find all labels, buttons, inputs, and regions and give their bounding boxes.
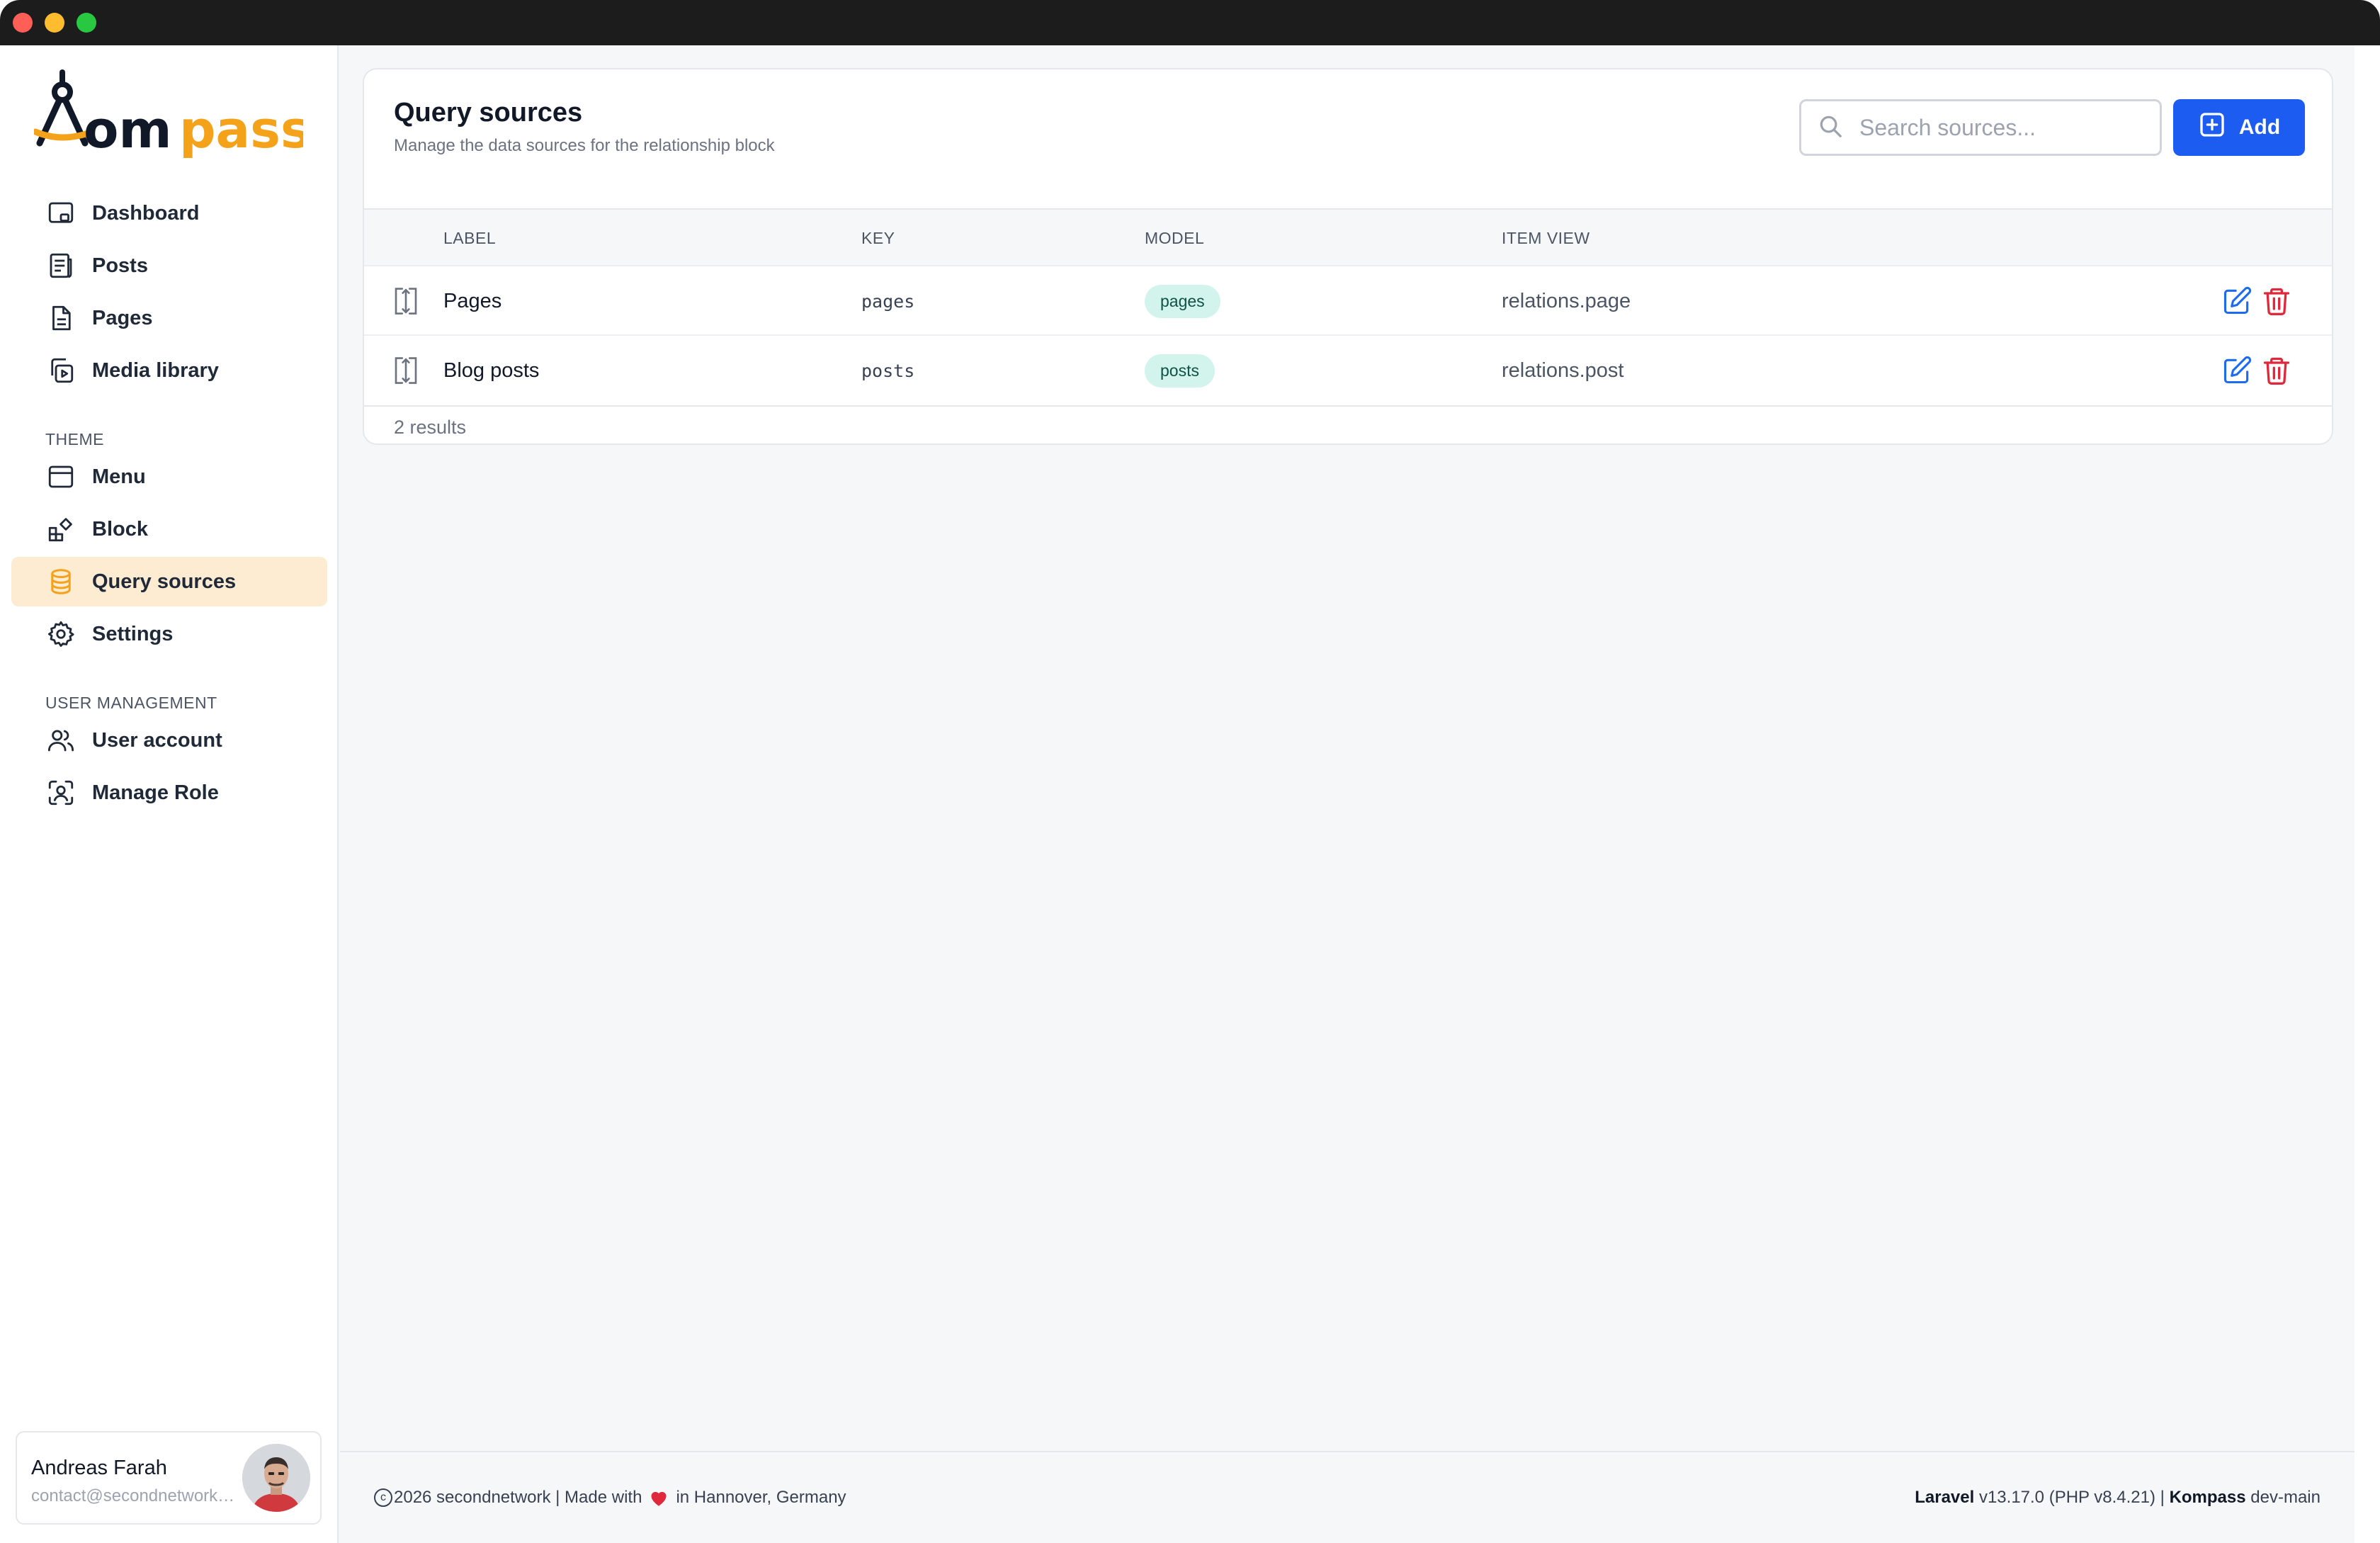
user-profile-card[interactable]: Andreas Farah contact@secondnetwork.de: [16, 1431, 322, 1525]
svg-text:om: om: [84, 100, 172, 159]
row-item-view: relations.page: [1502, 289, 1631, 312]
dashboard-icon: [45, 198, 76, 229]
sidebar-item-settings[interactable]: Settings: [11, 609, 327, 659]
add-button[interactable]: Add: [2173, 99, 2305, 156]
table-row: Pages pages pages relations.page: [364, 265, 2332, 334]
sidebar-item-label: Posts: [92, 254, 148, 277]
search-icon: [1817, 113, 1859, 143]
sidebar-item-label: Query sources: [92, 570, 237, 593]
section-heading-user-management: USER MANAGEMENT: [45, 694, 217, 712]
plus-square-icon: [2198, 111, 2239, 145]
sidebar-item-dashboard[interactable]: Dashboard: [11, 188, 327, 238]
sidebar-item-block[interactable]: Block: [11, 504, 327, 554]
row-item-view: relations.post: [1502, 358, 1624, 382]
row-label: Blog posts: [443, 358, 540, 382]
sidebar-item-manage-role[interactable]: Manage Role: [11, 768, 327, 818]
block-icon: [45, 514, 76, 545]
pages-icon: [45, 303, 76, 334]
result-count: 2 results: [394, 417, 467, 438]
avatar[interactable]: [242, 1444, 310, 1512]
column-header-model[interactable]: MODEL: [1145, 210, 1204, 266]
database-icon: [45, 566, 76, 597]
drag-handle-icon[interactable]: [391, 336, 421, 405]
copyright-icon: c: [374, 1488, 392, 1507]
kompass-version: dev-main: [2250, 1488, 2320, 1507]
posts-icon: [45, 250, 76, 281]
user-email: contact@secondnetwork.de: [31, 1486, 237, 1505]
users-icon: [45, 725, 76, 756]
page-footer: c 2026 secondnetwork | Made with in Hann…: [340, 1451, 2354, 1543]
drag-handle-icon[interactable]: [391, 266, 421, 336]
column-header-label[interactable]: LABEL: [443, 210, 496, 266]
sidebar-item-label: Menu: [92, 465, 146, 488]
row-model: posts: [1145, 336, 1215, 405]
model-badge: pages: [1145, 284, 1220, 318]
edit-icon[interactable]: [2221, 286, 2252, 317]
sidebar-nav: Dashboard Posts Pages Media library THEM…: [11, 188, 327, 820]
row-key: pages: [861, 290, 915, 312]
gear-icon: [45, 618, 76, 650]
sidebar-item-label: Dashboard: [92, 201, 200, 225]
column-header-key[interactable]: KEY: [861, 210, 895, 266]
footer-versions: Laravel v13.17.0 (PHP v8.4.21) | Kompass…: [1915, 1488, 2320, 1508]
svg-text:pass: pass: [179, 100, 303, 159]
sidebar-item-label: Block: [92, 517, 148, 541]
role-icon: [45, 777, 76, 808]
window-titlebar: [0, 0, 2380, 45]
trash-icon[interactable]: [2261, 286, 2292, 317]
table-header: LABEL KEY MODEL ITEM VIEW: [364, 208, 2332, 265]
sidebar-item-label: User account: [92, 728, 222, 752]
column-header-item-view[interactable]: ITEM VIEW: [1502, 210, 1590, 266]
sidebar-item-media-library[interactable]: Media library: [11, 346, 327, 395]
row-key: posts: [861, 360, 915, 381]
footer-copyright: 2026 secondnetwork | Made with: [394, 1488, 642, 1507]
footer-location: in Hannover, Germany: [676, 1488, 846, 1507]
sidebar: om pass Dashboard Posts Pages Media libr…: [0, 45, 339, 1543]
query-sources-card: Query sources Manage the data sources fo…: [363, 68, 2333, 445]
row-label: Pages: [443, 289, 502, 312]
heart-icon: [651, 1491, 667, 1506]
footer-credits: c 2026 secondnetwork | Made with in Hann…: [374, 1488, 846, 1508]
kompass-label: Kompass: [2169, 1488, 2246, 1507]
page-subtitle: Manage the data sources for the relation…: [394, 136, 775, 155]
user-name: Andreas Farah: [31, 1457, 167, 1479]
result-count-bar: 2 results: [364, 405, 2332, 443]
close-window-button[interactable]: [13, 13, 33, 33]
sidebar-item-label: Settings: [92, 622, 174, 645]
model-badge: posts: [1145, 354, 1215, 388]
section-heading-theme: THEME: [45, 430, 104, 448]
app-window: om pass Dashboard Posts Pages Media libr…: [0, 45, 2354, 1543]
sidebar-item-label: Pages: [92, 306, 153, 329]
table-row: Blog posts posts posts relations.post: [364, 334, 2332, 404]
sidebar-item-menu[interactable]: Menu: [11, 452, 327, 502]
sidebar-item-user-account[interactable]: User account: [11, 716, 327, 765]
add-button-label: Add: [2238, 115, 2281, 139]
sidebar-item-posts[interactable]: Posts: [11, 241, 327, 290]
sidebar-item-label: Media library: [92, 358, 219, 382]
search-box[interactable]: [1799, 99, 2162, 156]
sidebar-item-pages[interactable]: Pages: [11, 293, 327, 343]
kompass-logo[interactable]: om pass: [32, 64, 311, 170]
row-model: pages: [1145, 266, 1220, 336]
maximize-window-button[interactable]: [76, 13, 96, 33]
edit-icon[interactable]: [2221, 355, 2252, 386]
menu-icon: [45, 461, 76, 492]
sidebar-item-query-sources[interactable]: Query sources: [11, 557, 327, 606]
laravel-version: v13.17.0 (PHP v8.4.21) |: [1978, 1488, 2165, 1507]
page-title: Query sources: [394, 98, 583, 128]
trash-icon[interactable]: [2261, 355, 2292, 386]
search-input[interactable]: [1859, 114, 2143, 141]
sidebar-item-label: Manage Role: [92, 781, 219, 804]
minimize-window-button[interactable]: [45, 13, 64, 33]
media-icon: [45, 355, 76, 386]
laravel-label: Laravel: [1915, 1488, 1975, 1507]
